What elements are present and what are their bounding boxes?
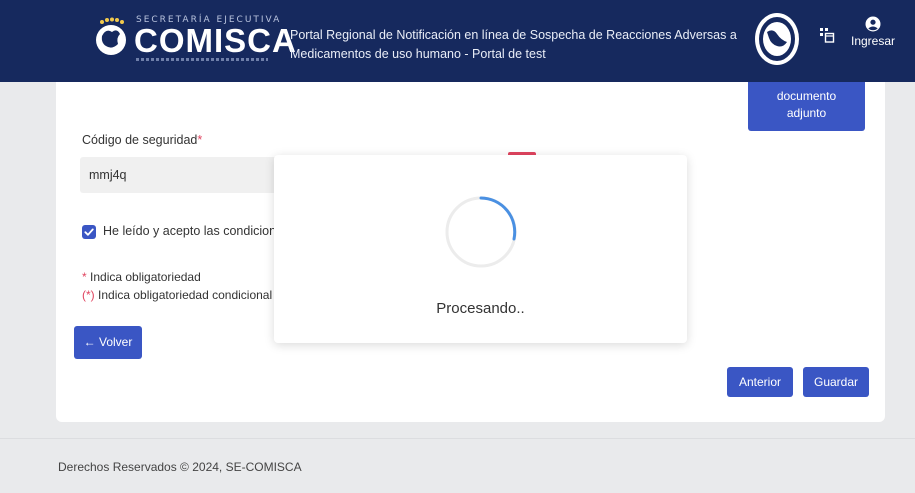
user-circle-icon — [865, 16, 881, 32]
portal-title-line1: Portal Regional de Notificación en línea… — [290, 28, 737, 42]
login-button[interactable]: Ingresar — [848, 16, 898, 62]
logo-wordmark: COMISCA — [134, 22, 297, 59]
loading-spinner-icon — [445, 196, 517, 268]
processing-text: Procesando.. — [436, 300, 525, 317]
regional-seal-icon — [755, 13, 799, 65]
portal-title: Portal Regional de Notificación en línea… — [290, 26, 750, 64]
logo-fineprint — [136, 58, 268, 61]
top-header: SECRETARÍA EJECUTIVA COMISCA Portal Regi… — [0, 0, 915, 82]
apps-icon[interactable] — [819, 27, 835, 43]
comisca-emblem-icon — [96, 17, 126, 55]
page: SECRETARÍA EJECUTIVA COMISCA Portal Regi… — [0, 0, 915, 493]
comisca-logo[interactable]: SECRETARÍA EJECUTIVA COMISCA — [92, 12, 296, 68]
portal-title-line2: Medicamentos de uso humano - Portal de t… — [290, 47, 546, 61]
login-label: Ingresar — [850, 34, 896, 48]
processing-dialog: Procesando.. — [274, 155, 687, 343]
